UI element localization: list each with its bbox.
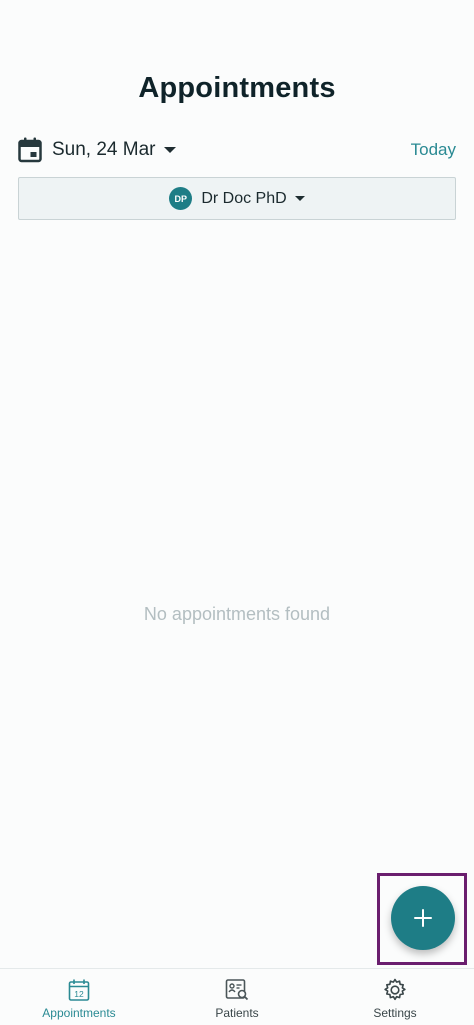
chevron-down-icon <box>163 147 176 153</box>
doctor-name: Dr Doc PhD <box>201 189 287 207</box>
nav-item-appointments[interactable]: 12 Appointments <box>0 969 158 1025</box>
nav-label-settings: Settings <box>373 1006 417 1020</box>
selected-date: Sun, 24 Mar <box>52 139 156 160</box>
calendar-icon <box>18 137 42 163</box>
nav-label-patients: Patients <box>215 1006 259 1020</box>
patient-search-icon <box>225 978 249 1002</box>
chevron-down-icon <box>294 196 305 201</box>
nav-item-patients[interactable]: Patients <box>158 969 316 1025</box>
nav-label-appointments: Appointments <box>42 1006 116 1020</box>
avatar: DP <box>169 187 193 210</box>
empty-state-message: No appointments found <box>143 604 331 624</box>
nav-item-settings[interactable]: Settings <box>316 969 474 1025</box>
plus-icon <box>414 909 432 927</box>
today-button[interactable]: Today <box>411 140 456 160</box>
svg-text:12: 12 <box>74 989 84 999</box>
bottom-navigation: 12 Appointments Patients Settings <box>0 968 474 1025</box>
date-row: Sun, 24 Mar Today <box>18 133 456 167</box>
appointments-screen: Appointments Sun, 24 Mar Today DP Dr Doc… <box>0 0 474 1025</box>
date-picker[interactable]: Sun, 24 Mar <box>18 137 176 163</box>
doctor-selector[interactable]: DP Dr Doc PhD <box>18 177 456 220</box>
gear-icon <box>383 978 407 1002</box>
calendar-12-icon: 12 <box>67 978 91 1002</box>
add-appointment-button[interactable] <box>391 886 455 950</box>
page-title: Appointments <box>138 72 336 104</box>
